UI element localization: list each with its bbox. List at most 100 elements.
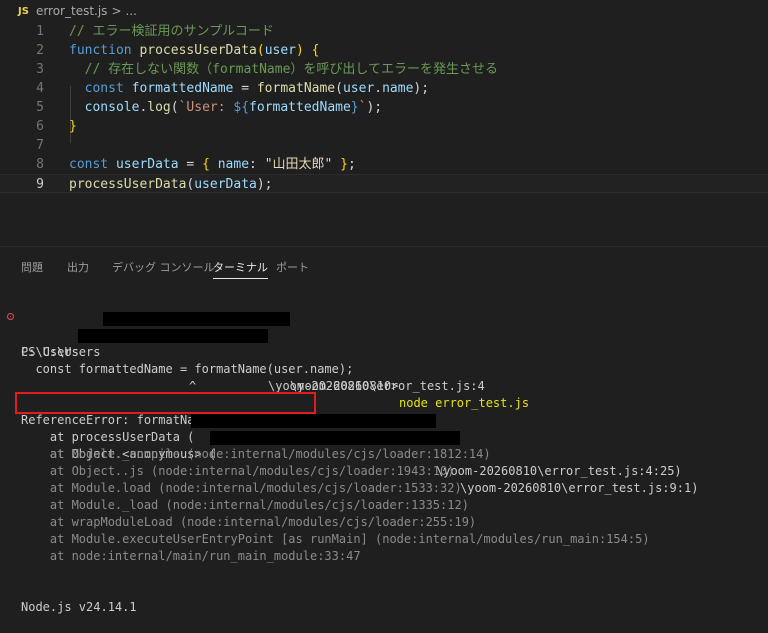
code-line[interactable]: 3 // 存在しない関数（formatName）を呼び出してエラーを発生させる bbox=[0, 60, 768, 79]
error-highlight-box bbox=[15, 392, 316, 414]
bottom-panel: 問題 出力 デバッグ コンソール ターミナル ポート PS C:\Users \… bbox=[0, 246, 768, 614]
tab-debug-console[interactable]: デバッグ コンソール bbox=[112, 259, 215, 275]
code-token: `User: bbox=[178, 100, 234, 115]
tab-ports[interactable]: ポート bbox=[276, 259, 309, 275]
code-token: const bbox=[69, 157, 116, 172]
code-line[interactable]: 8 const userData = { name: "山田太郎" }; bbox=[0, 155, 768, 174]
line-number: 8 bbox=[36, 157, 44, 172]
error-location-line: C:\Users \yoom-20260810\error_test.js:4 bbox=[0, 327, 768, 393]
code-token: } bbox=[350, 100, 359, 115]
code-token: function bbox=[69, 43, 140, 58]
code-line[interactable]: 9 processUserData(userData); bbox=[0, 174, 768, 193]
code-text: const userData = { name: "山田太郎" }; bbox=[69, 155, 356, 174]
code-token: formatName bbox=[256, 81, 336, 96]
terminal-prompt-line: PS C:\Users \yoom-20260810> node error_t… bbox=[0, 310, 768, 410]
code-token: ; bbox=[348, 157, 356, 172]
code-token: ); bbox=[256, 177, 273, 192]
redacted-path bbox=[191, 414, 436, 428]
code-text: processUserData(userData); bbox=[69, 175, 273, 194]
stack-frame: at Object.<anonymous> ( \yoom-20260810\e… bbox=[0, 429, 768, 495]
line-number: 1 bbox=[36, 24, 44, 39]
code-line[interactable]: 7 bbox=[0, 136, 768, 155]
redacted-username bbox=[103, 312, 290, 326]
code-token: processUserData bbox=[139, 43, 257, 58]
code-token: ( bbox=[256, 43, 265, 58]
stack-frame-text: at Module._load (node:internal/modules/c… bbox=[21, 498, 469, 512]
stack-frame-internal: at Module._load (node:internal/modules/c… bbox=[0, 497, 768, 514]
code-text: console.log(`User: ${formattedName}`); bbox=[69, 98, 382, 117]
code-line[interactable]: 4 const formattedName = formatName(user.… bbox=[0, 79, 768, 98]
line-number: 2 bbox=[36, 43, 44, 58]
stack-frame-text: at Module.executeUserEntryPoint [as runM… bbox=[21, 532, 650, 546]
code-token: : bbox=[249, 157, 265, 172]
stack-frame-internal: at Module.load (node:internal/modules/cj… bbox=[0, 480, 768, 497]
command-failed-icon[interactable] bbox=[7, 313, 14, 320]
stack-frame-text: at Module.load (node:internal/modules/cj… bbox=[21, 481, 462, 495]
code-text: } bbox=[69, 117, 77, 136]
line-number: 9 bbox=[36, 177, 44, 192]
tab-output[interactable]: 出力 bbox=[67, 259, 89, 275]
code-line[interactable]: 5 console.log(`User: ${formattedName}`); bbox=[0, 98, 768, 117]
redacted-username bbox=[78, 329, 268, 343]
error-caret-line: ^ bbox=[0, 361, 768, 393]
stack-frame-internal: at Module.executeUserEntryPoint [as runM… bbox=[0, 531, 768, 548]
code-token: ) bbox=[296, 43, 312, 58]
error-source-line: const formattedName = formatName(user.na… bbox=[0, 344, 768, 376]
code-token: user bbox=[342, 81, 375, 96]
code-token: { bbox=[202, 157, 218, 172]
code-token: name bbox=[382, 81, 414, 96]
javascript-file-icon: JS bbox=[18, 5, 29, 17]
code-token: formattedName bbox=[249, 100, 351, 115]
code-token: processUserData bbox=[69, 177, 187, 192]
stack-frame-text: at Module._compile (node:internal/module… bbox=[21, 447, 491, 461]
code-text: const formattedName = formatName(user.na… bbox=[69, 79, 429, 98]
code-token: ${ bbox=[233, 100, 250, 115]
line-number: 5 bbox=[36, 100, 44, 115]
code-text: // 存在しない関数（formatName）を呼び出してエラーを発生させる bbox=[69, 60, 498, 79]
breadcrumb-more[interactable]: ... bbox=[126, 4, 137, 18]
code-token: ); bbox=[366, 100, 383, 115]
code-token: = bbox=[233, 81, 257, 96]
code-token: } bbox=[69, 119, 77, 134]
panel-tabs: 問題 出力 デバッグ コンソール ターミナル ポート bbox=[0, 247, 768, 283]
code-token: // 存在しない関数（formatName）を呼び出してエラーを発生させる bbox=[69, 62, 499, 77]
code-editor[interactable]: 1 // エラー検証用のサンプルコード 2 function processUserD… bbox=[0, 22, 768, 246]
stack-frame-text: at wrapModuleLoad (node:internal/modules… bbox=[21, 515, 477, 529]
code-token: console bbox=[69, 100, 140, 115]
tab-terminal[interactable]: ターミナル bbox=[213, 259, 268, 279]
code-token: // エラー検証用のサンプルコード bbox=[69, 24, 274, 39]
code-token: { bbox=[311, 43, 320, 58]
stack-frame-internal: at wrapModuleLoad (node:internal/modules… bbox=[0, 514, 768, 531]
stack-frame-internal: at Module._compile (node:internal/module… bbox=[0, 446, 768, 463]
code-line[interactable]: 2 function processUserData(user) { bbox=[0, 41, 768, 60]
code-line[interactable]: 6} bbox=[0, 117, 768, 136]
code-token: name bbox=[217, 157, 250, 172]
code-token: "山田太郎" bbox=[264, 157, 333, 172]
stack-frame-internal: at node:internal/main/run_main_module:33… bbox=[0, 548, 768, 565]
code-token: = bbox=[178, 157, 203, 172]
code-token: ( bbox=[335, 81, 343, 96]
code-text: // エラー検証用のサンプルコード bbox=[69, 22, 274, 41]
code-token: } bbox=[332, 157, 349, 172]
line-number: 7 bbox=[36, 138, 44, 153]
tab-problems[interactable]: 問題 bbox=[21, 259, 43, 275]
code-line[interactable]: 1 // エラー検証用のサンプルコード bbox=[0, 22, 768, 41]
line-number: 3 bbox=[36, 62, 44, 77]
code-token: formattedName bbox=[131, 81, 234, 96]
stack-frame-internal: at Object..js (node:internal/modules/cjs… bbox=[0, 463, 768, 480]
breadcrumb: JS error_test.js > ... bbox=[0, 0, 768, 22]
code-text: function processUserData(user) { bbox=[69, 41, 319, 60]
breadcrumb-separator: > bbox=[111, 4, 122, 18]
code-token: . bbox=[374, 81, 383, 96]
code-token: user bbox=[264, 43, 296, 58]
code-token: ); bbox=[413, 81, 430, 96]
node-version: Node.js v24.14.1 bbox=[21, 600, 137, 614]
node-version-line: Node.js v24.14.1 bbox=[0, 582, 768, 614]
redacted-path bbox=[210, 431, 460, 445]
stack-frame: at processUserData ( \yoom-20260810\erro… bbox=[0, 412, 768, 478]
code-token: log bbox=[147, 100, 171, 115]
stack-frame-text: at Object..js (node:internal/modules/cjs… bbox=[21, 464, 455, 478]
line-number: 4 bbox=[36, 81, 44, 96]
code-token: userData bbox=[194, 177, 257, 192]
breadcrumb-file-name[interactable]: error_test.js bbox=[36, 4, 108, 18]
